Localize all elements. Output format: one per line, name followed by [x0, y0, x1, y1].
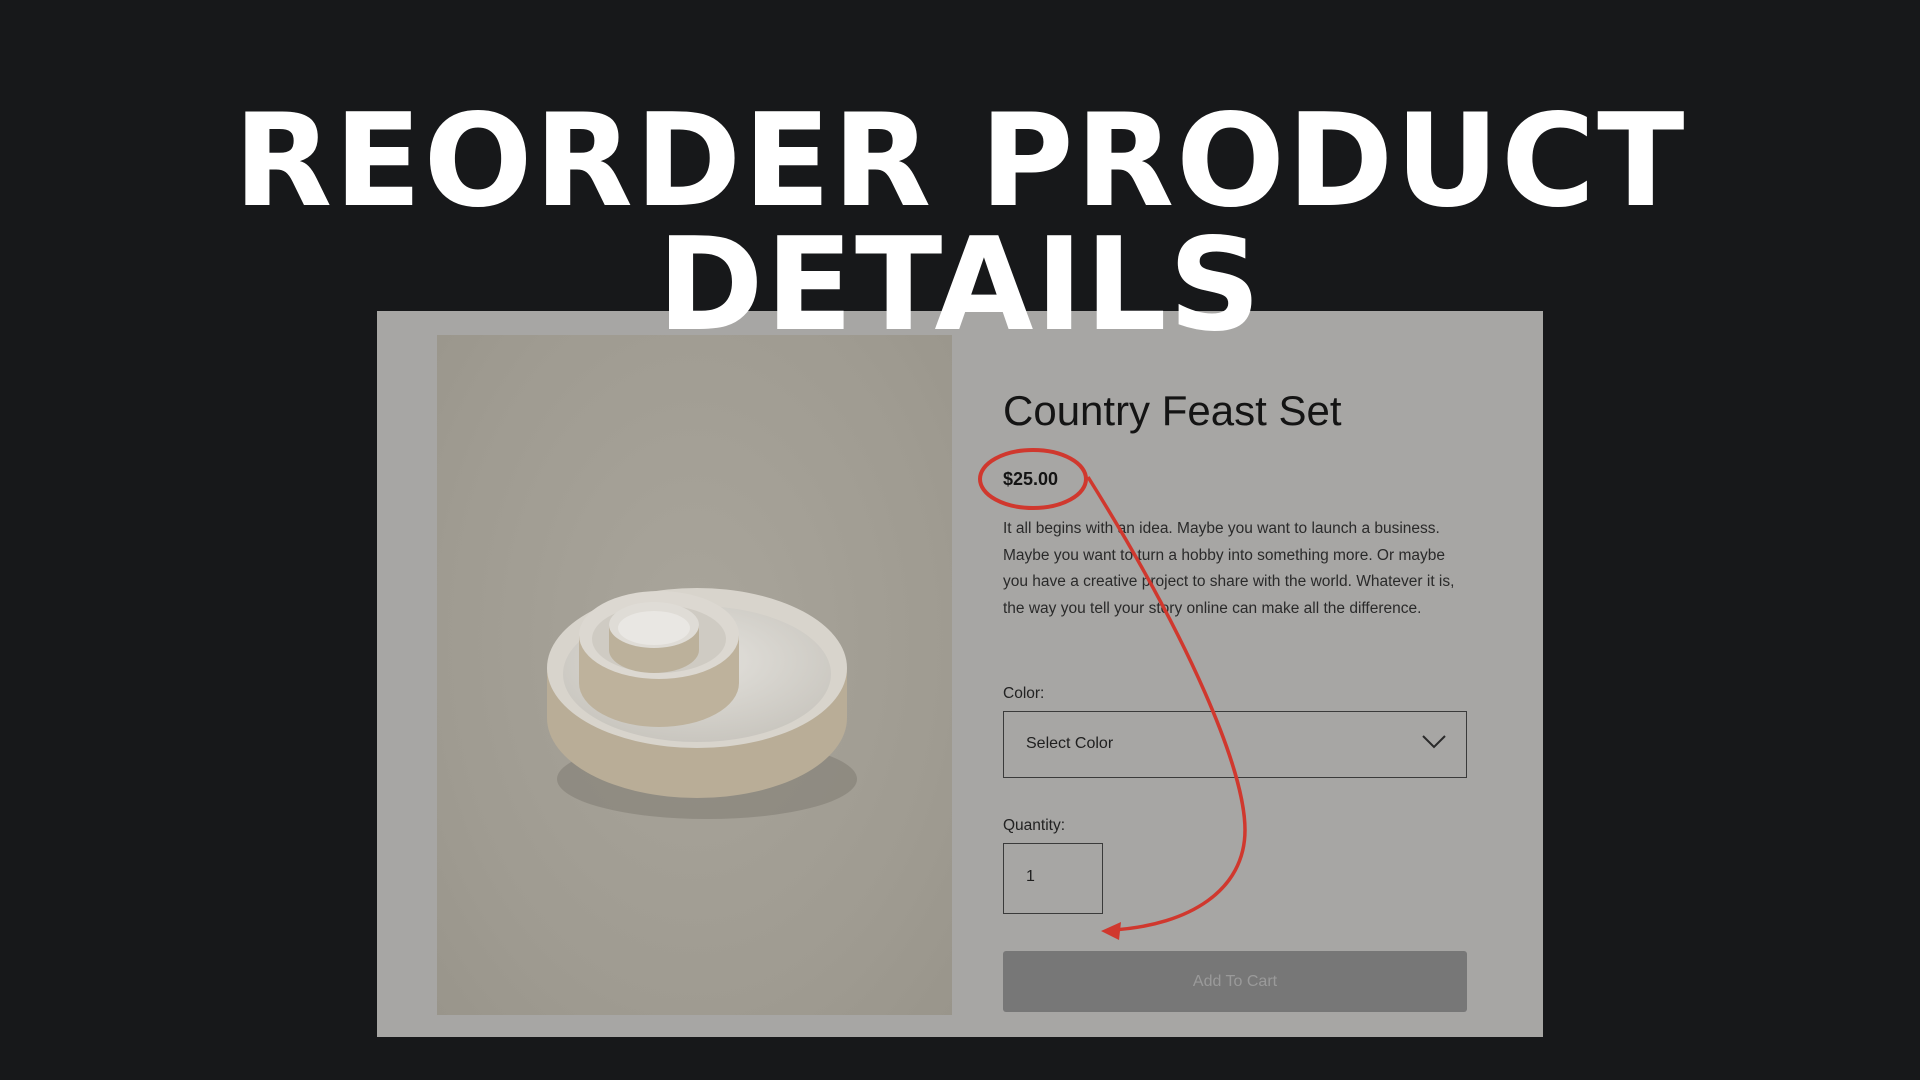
product-price: $25.00 [1003, 469, 1059, 489]
product-description: It all begins with an idea. Maybe you wa… [1003, 520, 1455, 617]
headline-line-2: DETAILS [657, 211, 1263, 360]
quantity-input[interactable]: 1 [1003, 843, 1103, 914]
color-label: Color: [1003, 685, 1045, 702]
quantity-value: 1 [1026, 868, 1035, 885]
product-page-screenshot: Country Feast Set $25.00 It all begins w… [377, 311, 1543, 1037]
headline: REORDER PRODUCT DETAILS [0, 87, 1920, 360]
nesting-bowls-illustration [547, 588, 857, 819]
quantity-label: Quantity: [1003, 817, 1066, 834]
product-image [437, 335, 952, 1015]
color-select-value: Select Color [1026, 735, 1114, 752]
chevron-down-icon [1422, 735, 1446, 749]
color-select[interactable]: Select Color [1003, 711, 1467, 778]
product-title: Country Feast Set [1003, 387, 1342, 434]
headline-line-1: REORDER PRODUCT [233, 87, 1687, 236]
product-info: Country Feast Set $25.00 It all begins w… [1003, 311, 1483, 1037]
add-to-cart-button[interactable]: Add To Cart [1003, 951, 1467, 1012]
